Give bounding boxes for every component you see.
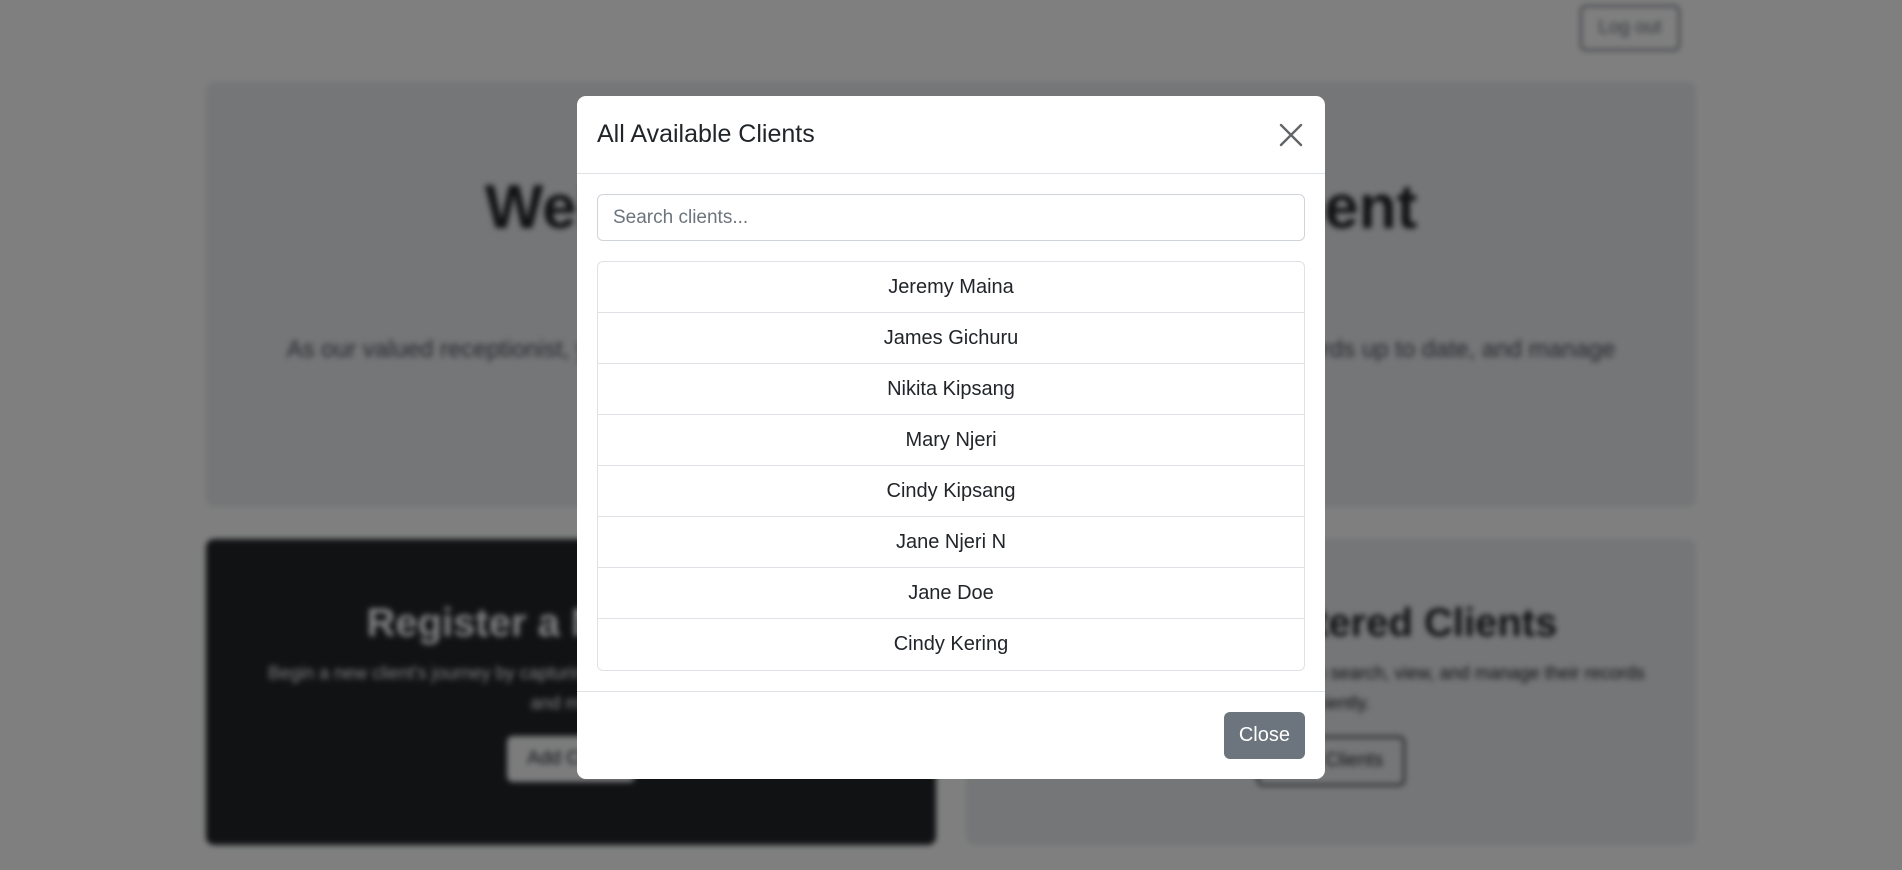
client-list-item[interactable]: Nikita Kipsang [598,364,1304,415]
modal-header: All Available Clients [577,96,1325,174]
modal-body: Jeremy Maina James Gichuru Nikita Kipsan… [577,174,1325,691]
modal-title: All Available Clients [597,120,815,148]
clients-modal: All Available Clients Jeremy Maina James… [577,96,1325,779]
client-list-item[interactable]: James Gichuru [598,313,1304,364]
client-list-item[interactable]: Cindy Kipsang [598,466,1304,517]
client-list-item[interactable]: Mary Njeri [598,415,1304,466]
client-list-item[interactable]: Jane Njeri N [598,517,1304,568]
client-list-item[interactable]: Jeremy Maina [598,262,1304,313]
modal-footer: Close [577,691,1325,779]
page: Log out Welcome to Client Management As … [0,0,1902,870]
close-icon[interactable] [1277,121,1305,149]
client-list-item[interactable]: Cindy Kering [598,619,1304,670]
client-list-item[interactable]: Jane Doe [598,568,1304,619]
client-list: Jeremy Maina James Gichuru Nikita Kipsan… [597,261,1305,671]
search-clients-input[interactable] [597,194,1305,241]
close-icon-graphic [1279,123,1303,146]
close-button[interactable]: Close [1223,712,1305,759]
